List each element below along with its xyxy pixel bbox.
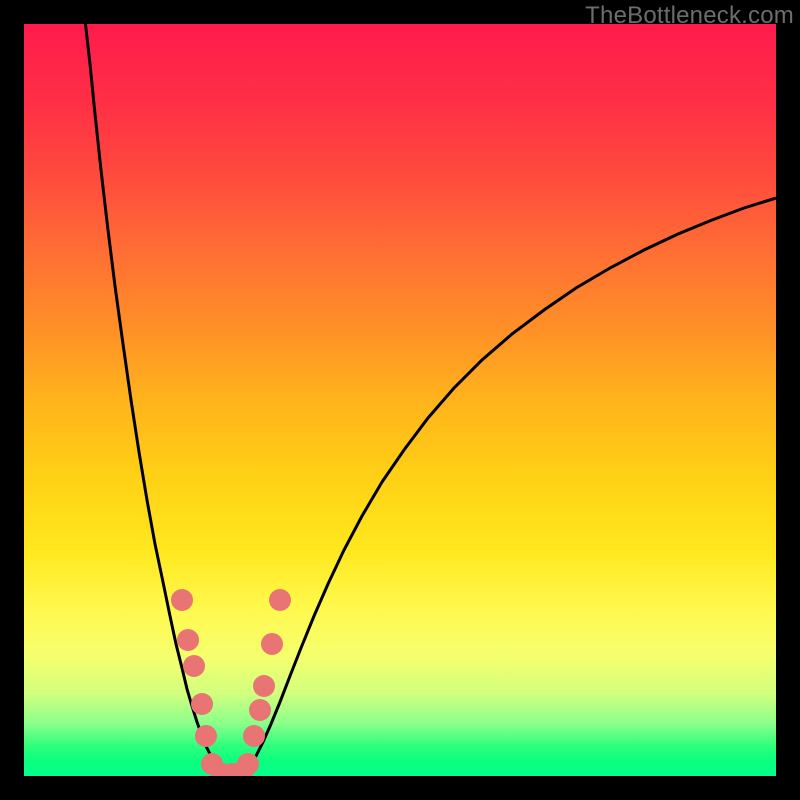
data-marker <box>183 655 205 677</box>
data-marker <box>177 629 199 651</box>
data-marker <box>237 753 259 775</box>
data-marker <box>171 589 193 611</box>
data-marker <box>253 675 275 697</box>
data-marker <box>261 633 283 655</box>
data-marker <box>243 725 265 747</box>
data-marker <box>249 699 271 721</box>
watermark-text: TheBottleneck.com <box>585 2 794 30</box>
chart-svg <box>24 24 776 776</box>
data-marker <box>195 725 217 747</box>
marker-group <box>171 589 291 776</box>
data-marker <box>191 693 213 715</box>
data-marker <box>269 589 291 611</box>
